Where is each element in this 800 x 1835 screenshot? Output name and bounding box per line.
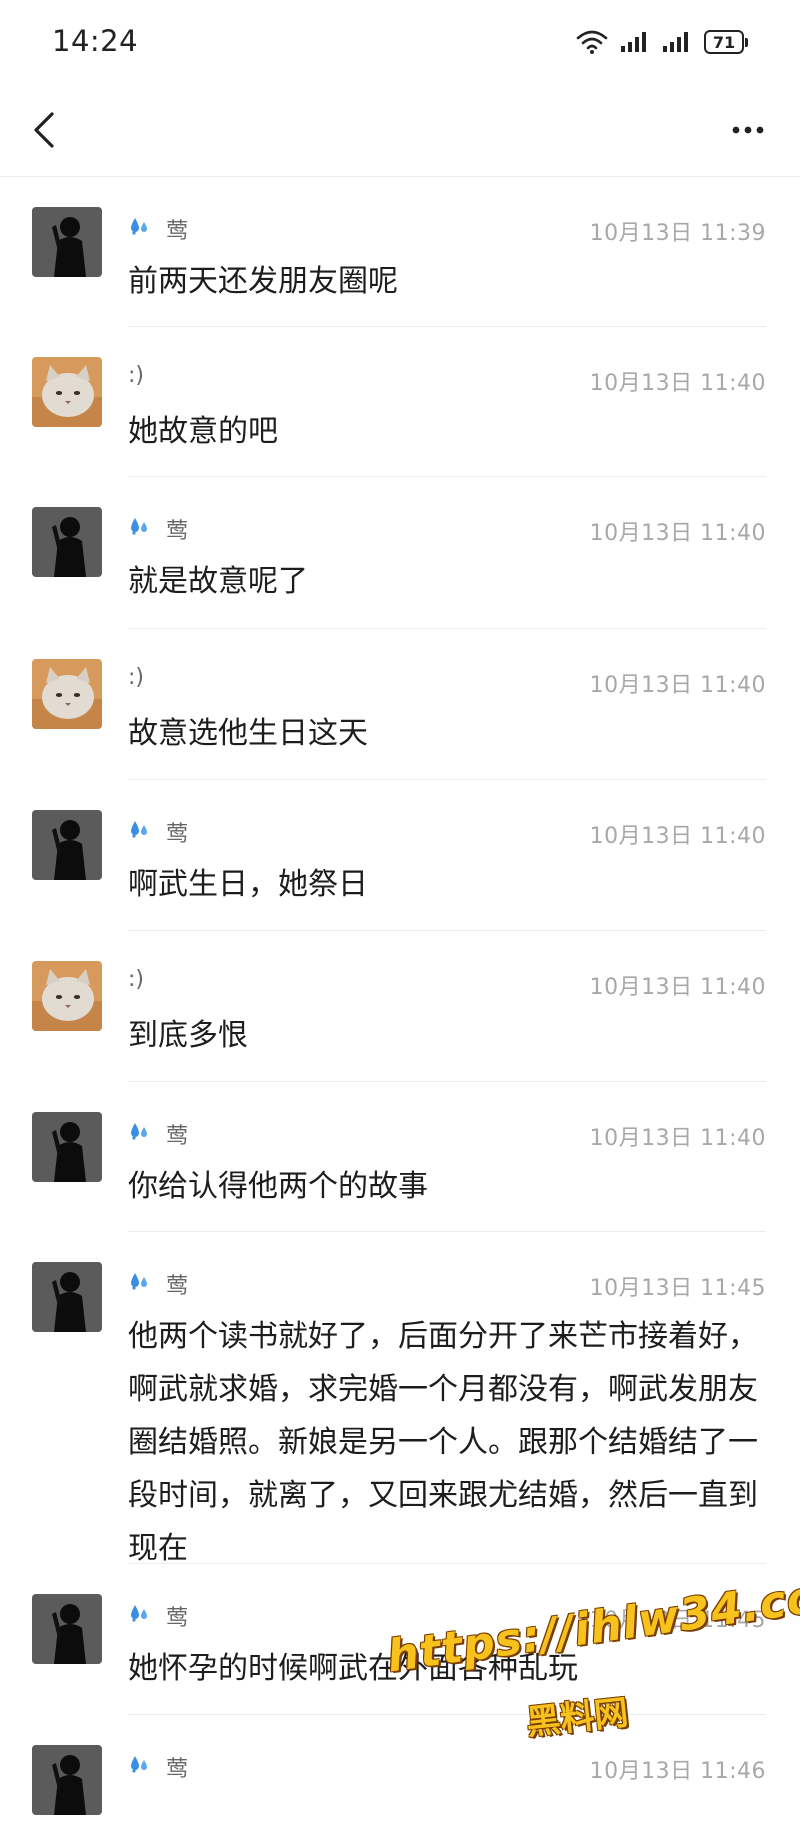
message-timestamp: 10月13日 11:40 xyxy=(589,1126,766,1151)
sender-name: 莺 xyxy=(166,822,189,847)
sender-name: 莺 xyxy=(166,1757,189,1782)
message-text[interactable]: 故意选他生日这天 xyxy=(128,707,760,760)
message-timestamp: 10月13日 11:40 xyxy=(589,521,766,546)
sender-name: :) xyxy=(128,665,144,690)
sender: :) xyxy=(128,665,144,690)
message-timestamp: 10月13日 11:46 xyxy=(589,1759,766,1784)
status-time: 14:24 xyxy=(52,24,139,58)
message-timestamp: 10月13日 11:40 xyxy=(589,673,766,698)
message-timestamp: 10月13日 11:40 xyxy=(589,975,766,1000)
message-header: 莺 10月13日 11:40 xyxy=(128,513,766,546)
message-text[interactable]: 他两个读书就好了，后面分开了来芒市接着好，啊武就求婚，求完婚一个月都没有，啊武发… xyxy=(128,1310,760,1575)
message-text[interactable]: 她故意的吧 xyxy=(128,405,760,458)
chat-message: 莺 10月13日 11:40 就是故意呢了 xyxy=(0,477,800,629)
watermark: https://ihlw34.com 黑料网 xyxy=(384,1565,800,1752)
silhouette-avatar[interactable] xyxy=(32,507,102,577)
sender-name: :) xyxy=(128,363,144,388)
signal-icon xyxy=(663,32,688,52)
signal-icon xyxy=(621,32,646,52)
message-text[interactable]: 啊武生日，她祭日 xyxy=(128,858,760,911)
chat-message: 莺 10月13日 11:40 啊武生日，她祭日 xyxy=(0,780,800,931)
message-header: :) 10月13日 11:40 xyxy=(128,665,766,698)
message-header: 莺 10月13日 11:40 xyxy=(128,1118,766,1151)
system-icons: 71 xyxy=(576,26,748,58)
sender: 莺 xyxy=(128,513,188,545)
droplets-icon xyxy=(128,1121,150,1147)
sender: 莺 xyxy=(128,213,188,245)
sender: 莺 xyxy=(128,1751,188,1783)
sender-name: 莺 xyxy=(166,219,189,244)
more-horizontal-icon xyxy=(732,126,764,134)
sender: 莺 xyxy=(128,1118,188,1150)
sender-name: 莺 xyxy=(166,1124,189,1149)
top-navigation xyxy=(0,84,800,177)
message-timestamp: 10月13日 11:40 xyxy=(589,371,766,396)
cat-avatar[interactable] xyxy=(32,357,102,427)
chevron-left-icon xyxy=(34,112,54,148)
back-button[interactable] xyxy=(22,106,70,154)
silhouette-avatar[interactable] xyxy=(32,1594,102,1664)
message-text[interactable]: 你给认得他两个的故事 xyxy=(128,1160,760,1213)
sender-name: 莺 xyxy=(166,1606,189,1631)
silhouette-avatar[interactable] xyxy=(32,1112,102,1182)
droplets-icon xyxy=(128,516,150,542)
battery-level: 71 xyxy=(704,30,744,54)
message-header: 莺 10月13日 11:39 xyxy=(128,213,766,246)
sender: :) xyxy=(128,967,144,992)
wifi-icon xyxy=(576,30,608,54)
cat-avatar[interactable] xyxy=(32,659,102,729)
chat-message: 莺 10月13日 11:39 前两天还发朋友圈呢 xyxy=(0,177,800,327)
sender: :) xyxy=(128,363,144,388)
silhouette-avatar[interactable] xyxy=(32,1745,102,1815)
silhouette-avatar[interactable] xyxy=(32,810,102,880)
message-timestamp: 10月13日 11:39 xyxy=(589,221,766,246)
droplets-icon xyxy=(128,819,150,845)
message-timestamp: 10月13日 11:40 xyxy=(589,824,766,849)
cat-avatar[interactable] xyxy=(32,961,102,1031)
status-bar: 14:24 71 xyxy=(0,0,800,84)
droplets-icon xyxy=(128,216,150,242)
message-header: :) 10月13日 11:40 xyxy=(128,967,766,1000)
battery-tip xyxy=(745,37,748,47)
chat-message: 莺 10月13日 11:40 你给认得他两个的故事 xyxy=(0,1082,800,1232)
sender-name: 莺 xyxy=(166,1274,189,1299)
silhouette-avatar[interactable] xyxy=(32,1262,102,1332)
droplets-icon xyxy=(128,1271,150,1297)
message-header: 莺 10月13日 11:45 xyxy=(128,1268,766,1301)
message-header: 莺 10月13日 11:46 xyxy=(128,1751,766,1784)
message-text[interactable]: 就是故意呢了 xyxy=(128,555,760,608)
droplets-icon xyxy=(128,1603,150,1629)
chat-message: :) 10月13日 11:40 到底多恨 xyxy=(0,931,800,1082)
message-header: 莺 10月13日 11:40 xyxy=(128,816,766,849)
message-header: :) 10月13日 11:40 xyxy=(128,363,766,396)
droplets-icon xyxy=(128,1754,150,1780)
message-text[interactable]: 到底多恨 xyxy=(128,1009,760,1062)
sender-name: 莺 xyxy=(166,519,189,544)
sender-name: :) xyxy=(128,967,144,992)
message-timestamp: 10月13日 11:45 xyxy=(589,1276,766,1301)
message-text[interactable]: 前两天还发朋友圈呢 xyxy=(128,255,760,308)
watermark-name: 黑料网 xyxy=(524,1692,631,1744)
sender: 莺 xyxy=(128,1268,188,1300)
sender: 莺 xyxy=(128,1600,188,1632)
more-options-button[interactable] xyxy=(724,106,772,154)
chat-message: :) 10月13日 11:40 故意选他生日这天 xyxy=(0,629,800,780)
battery-indicator: 71 xyxy=(704,30,748,54)
chat-message: 莺 10月13日 11:45 他两个读书就好了，后面分开了来芒市接着好，啊武就求婚，… xyxy=(0,1232,800,1566)
silhouette-avatar[interactable] xyxy=(32,207,102,277)
sender: 莺 xyxy=(128,816,188,848)
chat-message: :) 10月13日 11:40 她故意的吧 xyxy=(0,327,800,477)
chat-history: 莺 10月13日 11:39 前两天还发朋友圈呢 :) 10月13日 11:40 她故意… xyxy=(0,177,800,1835)
